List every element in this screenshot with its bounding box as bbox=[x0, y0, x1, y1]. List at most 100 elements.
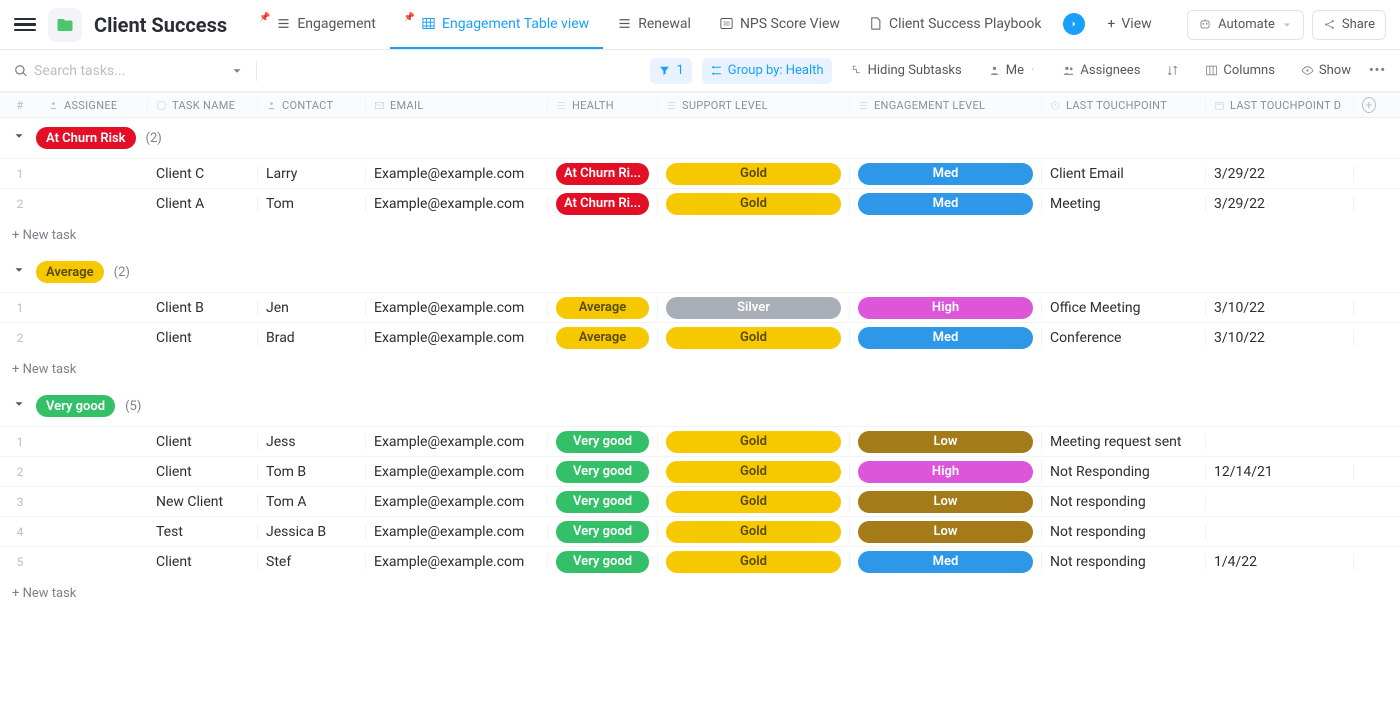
col-assignee[interactable]: ASSIGNEE bbox=[40, 99, 148, 112]
cell-touchpoint-date[interactable]: 3/10/22 bbox=[1206, 330, 1354, 346]
cell-engagement[interactable]: Med bbox=[850, 551, 1042, 573]
col-health[interactable]: HEALTH bbox=[548, 99, 658, 112]
cell-touchpoint[interactable]: Not responding bbox=[1042, 524, 1206, 540]
cell-email[interactable]: Example@example.com bbox=[366, 464, 548, 480]
chevron-down-icon[interactable] bbox=[12, 397, 26, 415]
scroll-tabs-right[interactable] bbox=[1055, 0, 1093, 49]
cell-touchpoint[interactable]: Office Meeting bbox=[1042, 300, 1206, 316]
cell-engagement[interactable]: High bbox=[850, 297, 1042, 319]
table-row[interactable]: 3 New Client Tom A Example@example.com V… bbox=[0, 486, 1400, 516]
tab-playbook[interactable]: Client Success Playbook bbox=[854, 0, 1055, 49]
cell-support[interactable]: Gold bbox=[658, 521, 850, 543]
cell-engagement[interactable]: Med bbox=[850, 193, 1042, 215]
tab-engagement-table[interactable]: 📌 Engagement Table view bbox=[390, 0, 603, 49]
cell-email[interactable]: Example@example.com bbox=[366, 434, 548, 450]
cell-health[interactable]: Very good bbox=[548, 491, 658, 513]
cell-engagement[interactable]: Low bbox=[850, 431, 1042, 453]
cell-support[interactable]: Gold bbox=[658, 431, 850, 453]
table-row[interactable]: 1 Client Jess Example@example.com Very g… bbox=[0, 426, 1400, 456]
groupby-chip[interactable]: Group by: Health bbox=[702, 58, 832, 84]
cell-health[interactable]: Very good bbox=[548, 521, 658, 543]
cell-health[interactable]: Average bbox=[548, 327, 658, 349]
cell-email[interactable]: Example@example.com bbox=[366, 494, 548, 510]
cell-touchpoint[interactable]: Conference bbox=[1042, 330, 1206, 346]
tab-nps[interactable]: NPS Score View bbox=[705, 0, 854, 49]
folder-icon[interactable] bbox=[48, 8, 82, 42]
filter-chip[interactable]: 1 bbox=[650, 58, 691, 84]
cell-support[interactable]: Gold bbox=[658, 461, 850, 483]
cell-touchpoint-date[interactable]: 3/29/22 bbox=[1206, 166, 1354, 182]
cell-taskname[interactable]: Client bbox=[148, 330, 258, 346]
col-touchpoint-date[interactable]: LAST TOUCHPOINT D bbox=[1206, 99, 1354, 112]
group-header[interactable]: Average (2) bbox=[0, 252, 1400, 292]
cell-engagement[interactable]: Med bbox=[850, 327, 1042, 349]
assignees-chip[interactable]: Assignees bbox=[1054, 58, 1148, 84]
chevron-down-icon[interactable] bbox=[12, 129, 26, 147]
cell-contact[interactable]: Jess bbox=[258, 434, 366, 450]
sort-button[interactable] bbox=[1158, 58, 1187, 84]
cell-support[interactable]: Silver bbox=[658, 297, 850, 319]
new-task-button[interactable]: + New task bbox=[0, 352, 1400, 386]
new-task-button[interactable]: + New task bbox=[0, 576, 1400, 610]
group-header[interactable]: Very good (5) bbox=[0, 386, 1400, 426]
cell-touchpoint-date[interactable]: 12/14/21 bbox=[1206, 464, 1354, 480]
cell-contact[interactable]: Jessica B bbox=[258, 524, 366, 540]
table-row[interactable]: 2 Client A Tom Example@example.com At Ch… bbox=[0, 188, 1400, 218]
cell-email[interactable]: Example@example.com bbox=[366, 524, 548, 540]
col-email[interactable]: EMAIL bbox=[366, 99, 548, 112]
columns-button[interactable]: Columns bbox=[1197, 58, 1283, 84]
show-button[interactable]: Show bbox=[1293, 58, 1359, 84]
cell-taskname[interactable]: Client bbox=[148, 464, 258, 480]
cell-health[interactable]: Very good bbox=[548, 551, 658, 573]
cell-taskname[interactable]: New Client bbox=[148, 494, 258, 510]
chevron-down-icon[interactable] bbox=[230, 64, 244, 78]
cell-support[interactable]: Gold bbox=[658, 163, 850, 185]
group-header[interactable]: At Churn Risk (2) bbox=[0, 118, 1400, 158]
cell-contact[interactable]: Brad bbox=[258, 330, 366, 346]
cell-touchpoint-date[interactable]: 1/4/22 bbox=[1206, 554, 1354, 570]
table-row[interactable]: 1 Client B Jen Example@example.com Avera… bbox=[0, 292, 1400, 322]
subtasks-chip[interactable]: Hiding Subtasks bbox=[842, 58, 970, 84]
cell-taskname[interactable]: Test bbox=[148, 524, 258, 540]
col-add[interactable]: + bbox=[1354, 97, 1384, 113]
cell-engagement[interactable]: Low bbox=[850, 521, 1042, 543]
cell-health[interactable]: At Churn Ri... bbox=[548, 193, 658, 215]
cell-email[interactable]: Example@example.com bbox=[366, 554, 548, 570]
table-row[interactable]: 1 Client C Larry Example@example.com At … bbox=[0, 158, 1400, 188]
add-view-button[interactable]: + View bbox=[1093, 0, 1165, 49]
cell-email[interactable]: Example@example.com bbox=[366, 166, 548, 182]
cell-taskname[interactable]: Client B bbox=[148, 300, 258, 316]
cell-touchpoint[interactable]: Client Email bbox=[1042, 166, 1206, 182]
cell-support[interactable]: Gold bbox=[658, 551, 850, 573]
cell-engagement[interactable]: Low bbox=[850, 491, 1042, 513]
cell-contact[interactable]: Stef bbox=[258, 554, 366, 570]
cell-taskname[interactable]: Client C bbox=[148, 166, 258, 182]
new-task-button[interactable]: + New task bbox=[0, 218, 1400, 252]
cell-contact[interactable]: Tom B bbox=[258, 464, 366, 480]
cell-contact[interactable]: Jen bbox=[258, 300, 366, 316]
col-support[interactable]: SUPPORT LEVEL bbox=[658, 99, 850, 112]
col-touchpoint[interactable]: LAST TOUCHPOINT bbox=[1042, 99, 1206, 112]
cell-email[interactable]: Example@example.com bbox=[366, 300, 548, 316]
cell-engagement[interactable]: High bbox=[850, 461, 1042, 483]
cell-touchpoint[interactable]: Not Responding bbox=[1042, 464, 1206, 480]
menu-icon[interactable] bbox=[14, 14, 36, 36]
col-contact[interactable]: CONTACT bbox=[258, 99, 366, 112]
table-row[interactable]: 5 Client Stef Example@example.com Very g… bbox=[0, 546, 1400, 576]
cell-health[interactable]: Average bbox=[548, 297, 658, 319]
cell-touchpoint-date[interactable]: 3/10/22 bbox=[1206, 300, 1354, 316]
share-button[interactable]: Share bbox=[1312, 10, 1386, 40]
tab-renewal[interactable]: Renewal bbox=[603, 0, 705, 49]
cell-support[interactable]: Gold bbox=[658, 193, 850, 215]
cell-taskname[interactable]: Client bbox=[148, 434, 258, 450]
cell-touchpoint-date[interactable]: 3/29/22 bbox=[1206, 196, 1354, 212]
automate-button[interactable]: Automate bbox=[1187, 10, 1304, 40]
cell-taskname[interactable]: Client A bbox=[148, 196, 258, 212]
cell-contact[interactable]: Larry bbox=[258, 166, 366, 182]
col-taskname[interactable]: TASK NAME bbox=[148, 99, 258, 112]
more-menu[interactable]: ••• bbox=[1369, 63, 1386, 78]
table-row[interactable]: 2 Client Tom B Example@example.com Very … bbox=[0, 456, 1400, 486]
cell-touchpoint[interactable]: Not responding bbox=[1042, 494, 1206, 510]
cell-health[interactable]: Very good bbox=[548, 431, 658, 453]
cell-contact[interactable]: Tom bbox=[258, 196, 366, 212]
